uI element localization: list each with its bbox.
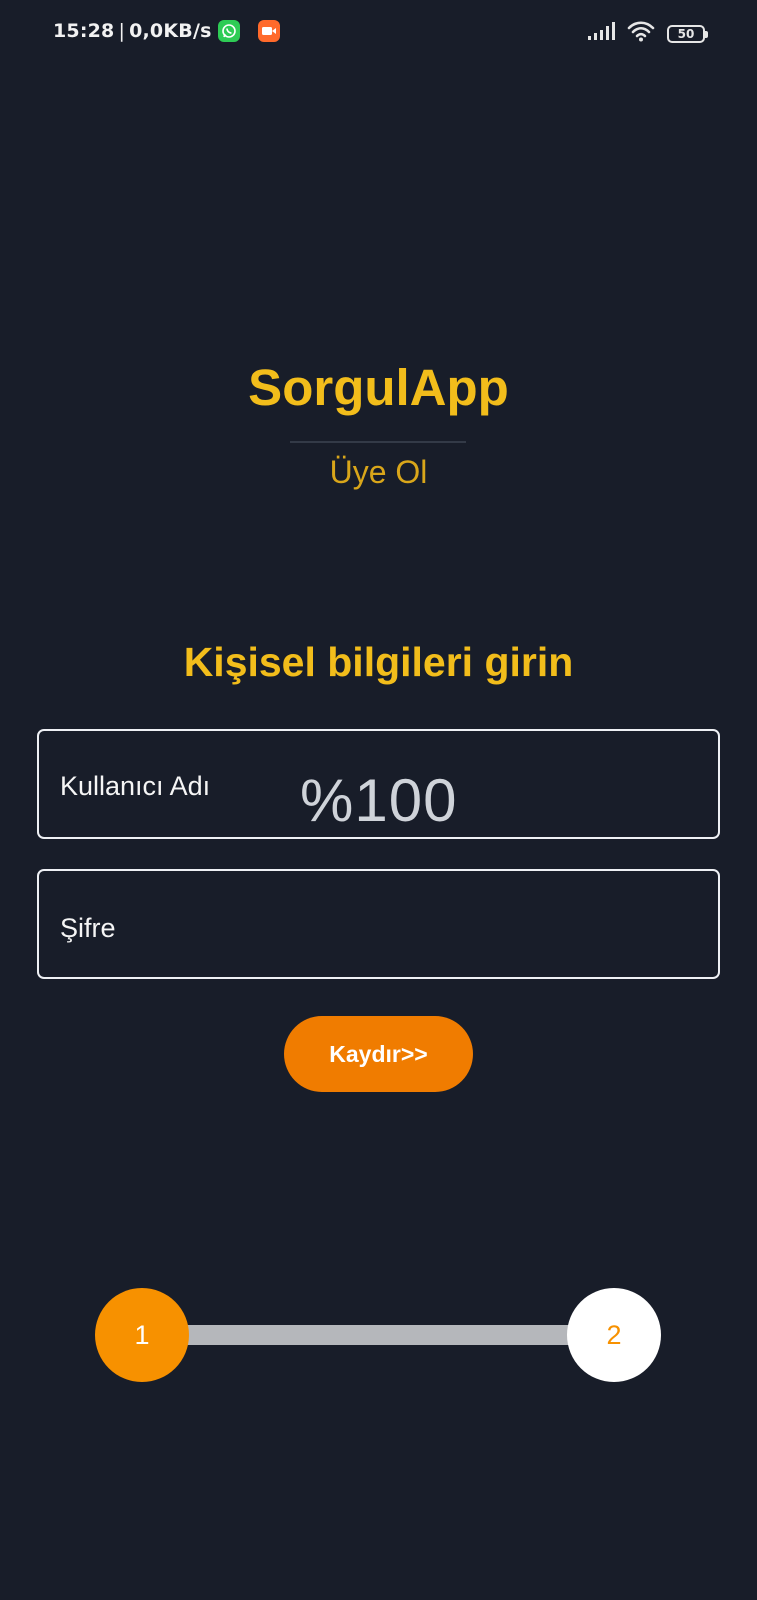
username-value: %100 <box>300 767 458 834</box>
battery-icon: 50 <box>667 24 708 43</box>
status-right: 50 <box>587 20 708 47</box>
password-label: Şifre <box>60 913 116 943</box>
status-time: 15:28 <box>53 20 115 42</box>
page-subtitle: Üye Ol <box>329 454 428 490</box>
username-label: Kullanıcı Adı <box>60 771 211 801</box>
status-separator: | <box>118 20 126 42</box>
network-speed: 0,0KB/s <box>129 20 212 42</box>
whatsapp-icon <box>217 20 240 42</box>
step-1-indicator[interactable]: 1 <box>95 1288 189 1382</box>
section-heading: Kişisel bilgileri girin <box>183 639 574 685</box>
app-title: SorgulApp <box>248 359 509 416</box>
step-progress-track <box>185 1325 571 1345</box>
username-field[interactable]: Kullanıcı Adı %100 <box>37 729 720 839</box>
wifi-icon <box>627 20 655 47</box>
signal-icon <box>587 21 617 46</box>
title-divider <box>290 441 466 443</box>
password-field[interactable]: Şifre <box>37 869 720 979</box>
scroll-button[interactable]: Kaydır>> <box>284 1016 473 1092</box>
battery-level: 50 <box>677 26 695 41</box>
status-left: 15:28 | 0,0KB/s <box>53 20 280 42</box>
status-bar: 15:28 | 0,0KB/s 50 <box>0 0 757 64</box>
video-recorder-icon <box>257 20 280 42</box>
step-2-indicator[interactable]: 2 <box>567 1288 661 1382</box>
